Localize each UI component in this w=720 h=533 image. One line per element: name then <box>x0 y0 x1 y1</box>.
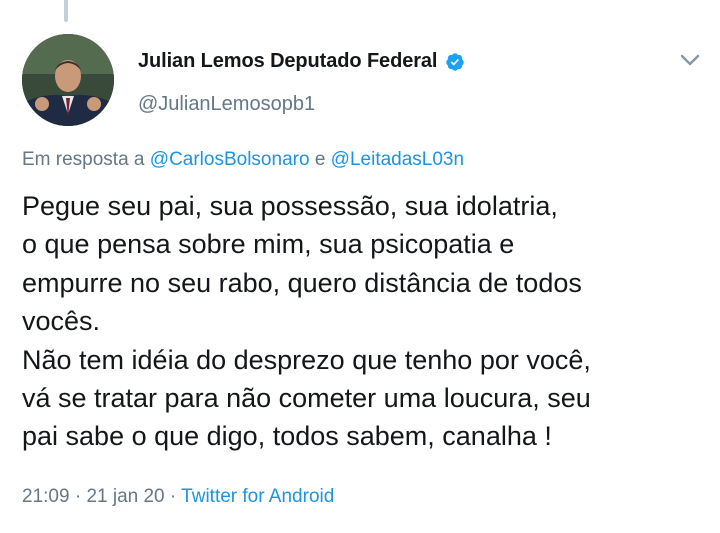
author-display-name[interactable]: Julian Lemos Deputado Federal <box>138 50 437 73</box>
tweet-time[interactable]: 21:09 <box>22 486 70 507</box>
author-name-row: Julian Lemos Deputado Federal <box>138 50 465 73</box>
tweet-metadata: 21:09 · 21 jan 20 · Twitter for Android <box>22 486 334 508</box>
reply-prefix: Em resposta a <box>22 149 145 170</box>
reply-mention-link[interactable]: @CarlosBolsonaro <box>150 149 310 170</box>
meta-separator: · <box>169 486 177 507</box>
tweet-source-link[interactable]: Twitter for Android <box>181 486 334 507</box>
thread-connector-line <box>64 0 68 22</box>
reply-mention-link[interactable]: @LeitadasL03n <box>331 149 464 170</box>
tweet-text: Pegue seu pai, sua possessão, sua idolat… <box>22 191 591 452</box>
reply-context: Em resposta a @CarlosBolsonaro e @Leitad… <box>22 149 464 171</box>
avatar[interactable] <box>22 34 114 126</box>
author-handle[interactable]: @JulianLemosopb1 <box>138 93 315 116</box>
reply-conjunction: e <box>314 149 326 170</box>
meta-separator: · <box>74 486 82 507</box>
tweet-date[interactable]: 21 jan 20 <box>86 486 164 507</box>
chevron-down-icon[interactable] <box>679 52 701 68</box>
verified-badge-icon <box>445 52 465 72</box>
